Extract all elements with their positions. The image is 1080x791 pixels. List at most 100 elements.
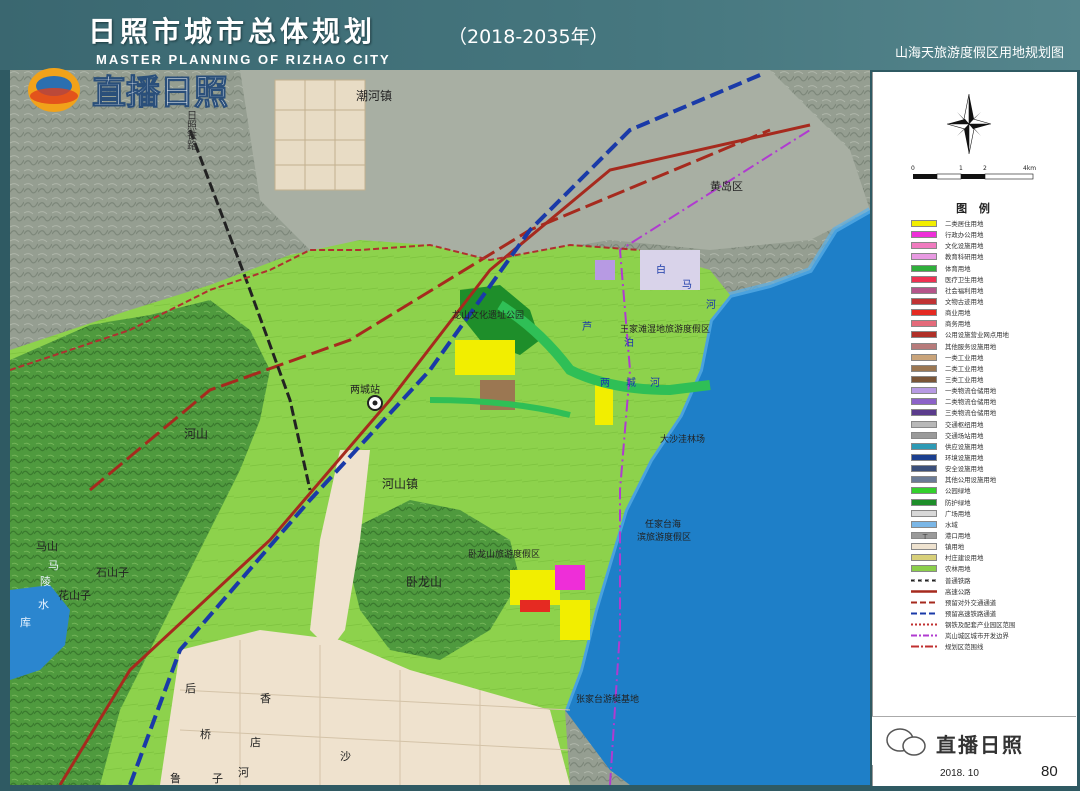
label-town-xiang: 香: [260, 692, 271, 705]
legend-item: 安全设施用地: [911, 463, 1077, 474]
legend-item: 预留对外交通通道: [911, 597, 1077, 608]
legend-label: 体育用地: [945, 264, 971, 273]
svg-text:4km: 4km: [1023, 165, 1036, 172]
legend-swatch: [911, 543, 937, 551]
legend-label: 交通场站用地: [945, 431, 984, 440]
legend-swatch: [911, 509, 937, 517]
label-town-hou: 后: [185, 682, 196, 695]
svg-text:0: 0: [911, 165, 915, 172]
legend-label: 公用设施营业网点用地: [945, 331, 1009, 340]
label-town-sha: 沙: [340, 750, 351, 763]
legend-label: 文物古迹用地: [945, 298, 984, 307]
legend-item: 三类物流仓储用地: [911, 407, 1077, 418]
legend-swatch: [911, 554, 937, 562]
label-station: 两城站: [350, 383, 380, 396]
legend-swatch: [911, 431, 937, 439]
label-huangdao: 黄岛区: [710, 179, 743, 193]
scale-bar: 0 1 2 4km: [911, 165, 1036, 180]
map-years: （2018-2035年）: [448, 26, 609, 48]
legend-swatch: [911, 632, 937, 639]
watermark-bottom-text: 直播日照: [936, 733, 1024, 757]
legend-swatch: [911, 364, 937, 372]
label-river-ma: 马: [682, 279, 692, 291]
label-mashan: 马山: [36, 540, 58, 553]
legend-item: 一类物流仓储用地: [911, 385, 1077, 396]
label-chaohe: 潮河镇: [356, 88, 392, 103]
land-use-map[interactable]: 潮河镇 黄岛区 龙山文化遗址公园 王家滩湿地旅游度假区 大沙洼林场 两城站 河山…: [10, 70, 870, 785]
legend-swatch: [911, 588, 937, 595]
legend-swatch: [911, 220, 937, 228]
legend-item: 岚山城区城市开发边界: [911, 630, 1077, 641]
legend-swatch: [911, 409, 937, 417]
label-town-zi: 子: [212, 772, 223, 785]
svg-text:1: 1: [959, 165, 963, 172]
legend-item: 公用设施营业网点用地: [911, 329, 1077, 340]
legend-label: 预留对外交通通道: [945, 598, 997, 607]
legend-swatch: [911, 610, 937, 617]
legend-label: 预留高速铁路通道: [945, 609, 997, 618]
label-river-cheng: 城: [626, 377, 636, 389]
legend-item: 三类工业用地: [911, 374, 1077, 385]
legend-swatch: [911, 476, 937, 484]
legend-swatch: [911, 520, 937, 528]
label-zhangjiatai: 张家台游艇基地: [576, 693, 639, 705]
label-longshan: 龙山文化遗址公园: [452, 309, 524, 321]
legend-swatch: [911, 264, 937, 272]
legend-swatch: [911, 565, 937, 573]
legend-item: 体育用地: [911, 263, 1077, 274]
legend-item: ⊤ 港口用地: [911, 530, 1077, 541]
legend-label: 教育科研用地: [945, 253, 984, 262]
legend-label: 三类工业用地: [945, 376, 984, 385]
legend-item: 交通场站用地: [911, 430, 1077, 441]
legend-swatch: [911, 487, 937, 495]
legend-item: 教育科研用地: [911, 251, 1077, 262]
legend-label: 商务用地: [945, 320, 971, 329]
legend-item: 公园绿地: [911, 485, 1077, 496]
legend-swatch: [911, 643, 937, 650]
legend-item: 其他公用设施用地: [911, 474, 1077, 485]
legend-swatch: [911, 387, 937, 395]
legend-item: 防护绿地: [911, 497, 1077, 508]
label-river-he2: 河: [650, 377, 660, 389]
legend-swatch: [911, 331, 937, 339]
legend-title: 图 例: [956, 202, 994, 215]
legend-label: 商业用地: [945, 309, 971, 318]
label-heshan-town: 河山镇: [382, 477, 418, 491]
legend-label: 交通枢纽用地: [945, 420, 984, 429]
svg-text:2: 2: [983, 165, 987, 172]
svg-text:⊤: ⊤: [922, 533, 928, 540]
legend-label: 三类物流仓储用地: [945, 409, 997, 418]
legend-swatch: [911, 376, 937, 384]
legend-item: 农林用地: [911, 563, 1077, 574]
legend-label: 文化设施用地: [945, 242, 984, 251]
label-wolong: 卧龙山: [406, 575, 442, 589]
legend-swatch: [911, 577, 937, 584]
legend-label: 港口用地: [945, 532, 971, 540]
legend-swatch: [911, 465, 937, 473]
map-title: 日照市城市总体规划: [88, 15, 377, 48]
legend-label: 高速公路: [945, 587, 971, 596]
label-shuiku: 库: [20, 616, 31, 629]
legend-label: 防护绿地: [945, 498, 971, 507]
plan-date: 2018. 10: [940, 768, 979, 779]
legend-label: 医疗卫生用地: [945, 275, 984, 284]
legend-label: 钢铁及配套产业园区范围: [945, 621, 1016, 630]
legend-item: 一类工业用地: [911, 352, 1077, 363]
watermark-top-text: 直播日照: [92, 73, 228, 113]
legend-item: 交通枢纽用地: [911, 419, 1077, 430]
label-heshan: 河山: [184, 427, 208, 441]
legend-item: 预留高速铁路通道: [911, 608, 1077, 619]
legend-swatch: [911, 320, 937, 328]
legend-label: 一类工业用地: [945, 353, 984, 362]
legend-swatch: [911, 298, 937, 306]
label-shui: 水: [38, 598, 49, 611]
label-renjiatai-2: 滨旅游度假区: [637, 531, 691, 543]
legend-swatch: [911, 231, 937, 239]
label-renjiatai: 任家台海: [645, 518, 681, 530]
legend-swatch: [911, 442, 937, 450]
legend-item: 文物古迹用地: [911, 296, 1077, 307]
label-mama: 马: [48, 559, 59, 572]
legend-item: 村庄建设用地: [911, 552, 1077, 563]
legend-label: 农林用地: [945, 565, 971, 574]
legend-label: 规划区范围线: [945, 643, 984, 652]
